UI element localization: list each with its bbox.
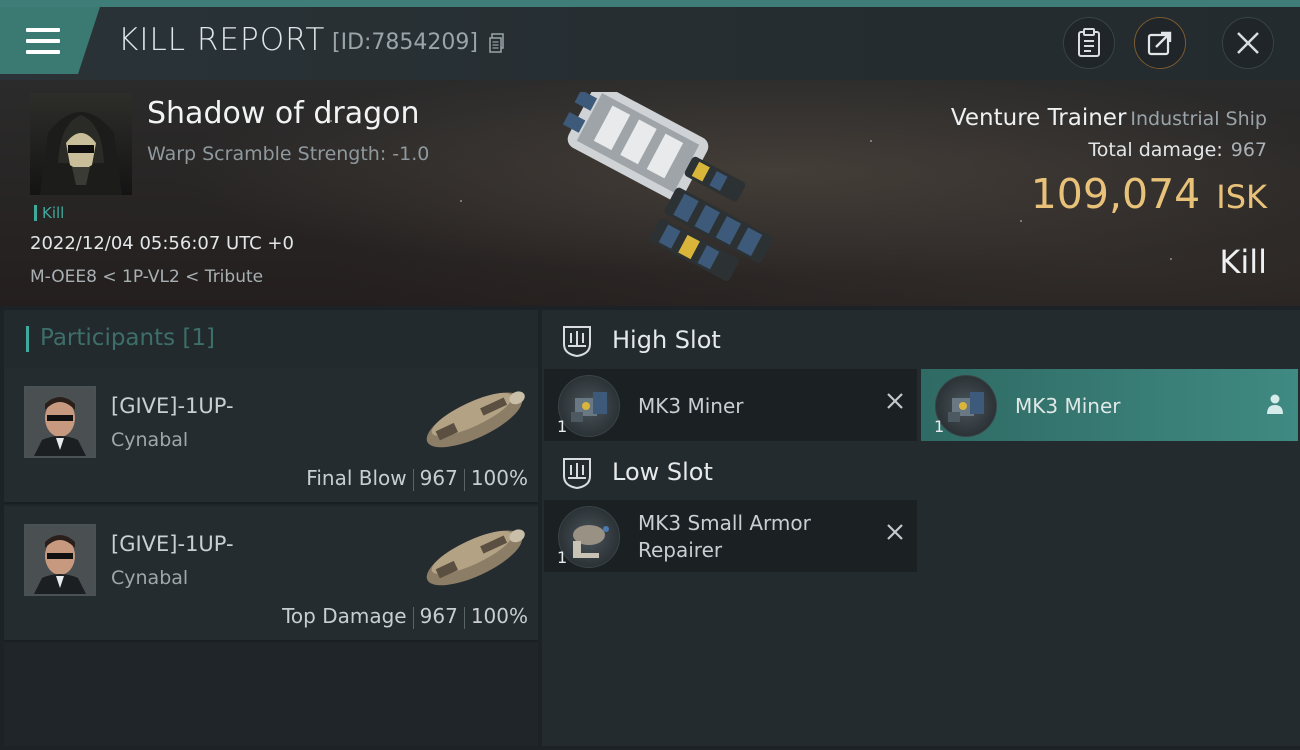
participant-name: [GIVE]-1UP- bbox=[111, 394, 234, 418]
participant-damage: 967 bbox=[419, 466, 458, 490]
high-slot-title: High Slot bbox=[612, 326, 721, 354]
low-slot-icon bbox=[563, 458, 591, 490]
participant-stats: Top Damage 967 100% bbox=[282, 604, 528, 629]
fitting-slots-panel: High Slot 1 MK3 Miner 1 MK3 Miner Low Sl… bbox=[542, 310, 1300, 746]
victim-portrait[interactable] bbox=[30, 93, 132, 195]
participants-header: Participants [1] bbox=[4, 310, 538, 368]
total-damage: Total damage: 967 bbox=[1088, 139, 1267, 161]
star bbox=[460, 200, 462, 202]
separator bbox=[463, 606, 465, 629]
cynabal-ship-image bbox=[426, 391, 525, 448]
header-accent-bar bbox=[26, 326, 29, 352]
kill-tag: Kill bbox=[34, 205, 64, 221]
victim-name: Shadow of dragon bbox=[147, 96, 420, 131]
item-name-line2: Repairer bbox=[638, 538, 723, 562]
copy-icon[interactable] bbox=[489, 33, 505, 53]
share-icon bbox=[1147, 31, 1172, 56]
ship-name-line: Venture Trainer Industrial Ship bbox=[951, 105, 1267, 131]
armor-repairer-icon bbox=[558, 506, 620, 568]
participants-title: Participants [1] bbox=[40, 325, 215, 351]
clipboard-button[interactable] bbox=[1063, 17, 1115, 69]
page-title: KILL REPORT bbox=[118, 22, 326, 58]
destroyed-x-icon bbox=[887, 524, 903, 540]
participant-row[interactable]: [GIVE]-1UP- Cynabal Top Damage 967 100% bbox=[4, 506, 538, 642]
miner-module-icon bbox=[935, 375, 997, 437]
item-name-line1: MK3 Small Armor bbox=[638, 511, 811, 535]
hooded-pilot-avatar bbox=[40, 112, 122, 195]
high-slot-icon bbox=[563, 326, 591, 358]
pilot-face-avatar bbox=[26, 526, 94, 594]
separator bbox=[412, 468, 414, 491]
cynabal-ship-image bbox=[426, 529, 525, 586]
isk-value: 109,074 bbox=[1030, 170, 1201, 218]
participant-stats: Final Blow 967 100% bbox=[306, 466, 528, 491]
top-accent-line bbox=[0, 0, 1300, 7]
result-label: Kill bbox=[1219, 243, 1267, 281]
participant-avatar[interactable] bbox=[24, 524, 96, 596]
person-icon bbox=[1267, 394, 1283, 414]
close-button[interactable] bbox=[1222, 17, 1274, 69]
participant-ship: Cynabal bbox=[111, 429, 189, 451]
clipboard-icon bbox=[1078, 28, 1100, 57]
close-icon bbox=[1237, 32, 1259, 54]
separator bbox=[412, 606, 414, 629]
participants-panel: Participants [1] [GIVE]-1UP- Cynabal Fin… bbox=[4, 310, 538, 746]
kill-timestamp: 2022/12/04 05:56:07 UTC +0 bbox=[30, 233, 294, 254]
total-damage-value: 967 bbox=[1230, 139, 1267, 161]
item-quantity: 1 bbox=[557, 417, 568, 436]
participant-percent: 100% bbox=[470, 604, 528, 628]
separator bbox=[463, 468, 465, 491]
venture-ship-image bbox=[562, 92, 773, 281]
participant-percent: 100% bbox=[470, 466, 528, 490]
item-name: MK3 Miner bbox=[638, 394, 744, 418]
report-id: [ID:7854209] bbox=[332, 30, 478, 55]
isk-unit: ISK bbox=[1216, 178, 1267, 216]
pilot-face-avatar bbox=[26, 388, 94, 456]
high-slot-item[interactable]: 1 MK3 Miner bbox=[921, 369, 1298, 441]
ship-class: Industrial Ship bbox=[1130, 108, 1267, 130]
star bbox=[1170, 258, 1172, 260]
item-quantity: 1 bbox=[934, 417, 945, 436]
item-name: MK3 Miner bbox=[1015, 394, 1121, 418]
star bbox=[1020, 220, 1022, 222]
low-slot-header: Low Slot bbox=[542, 442, 1300, 502]
item-quantity: 1 bbox=[557, 548, 568, 567]
miner-module-icon bbox=[558, 375, 620, 437]
low-slot-title: Low Slot bbox=[612, 458, 713, 486]
participant-role: Final Blow bbox=[306, 466, 407, 490]
participant-ship: Cynabal bbox=[111, 567, 189, 589]
isk-value-line: 109,074 ISK bbox=[1031, 170, 1267, 218]
total-damage-label: Total damage: bbox=[1088, 139, 1223, 161]
kill-location: M-OEE8 < 1P-VL2 < Tribute bbox=[30, 267, 264, 287]
star bbox=[870, 140, 872, 142]
item-name: MK3 Small Armor Repairer bbox=[638, 510, 811, 564]
participant-role: Top Damage bbox=[282, 604, 407, 628]
participant-name: [GIVE]-1UP- bbox=[111, 532, 234, 556]
warp-scramble-strength: Warp Scramble Strength: -1.0 bbox=[147, 143, 430, 165]
participant-avatar[interactable] bbox=[24, 386, 96, 458]
ship-name[interactable]: Venture Trainer bbox=[951, 105, 1126, 131]
participant-row[interactable]: [GIVE]-1UP- Cynabal Final Blow 967 100% bbox=[4, 368, 538, 504]
hamburger-icon bbox=[26, 28, 60, 54]
participant-damage: 967 bbox=[419, 604, 458, 628]
high-slot-header: High Slot bbox=[542, 310, 1300, 370]
share-button[interactable] bbox=[1134, 17, 1186, 69]
destroyed-x-icon bbox=[887, 393, 903, 409]
low-slot-item[interactable]: 1 MK3 Small Armor Repairer bbox=[544, 500, 917, 572]
high-slot-item[interactable]: 1 MK3 Miner bbox=[544, 369, 917, 441]
